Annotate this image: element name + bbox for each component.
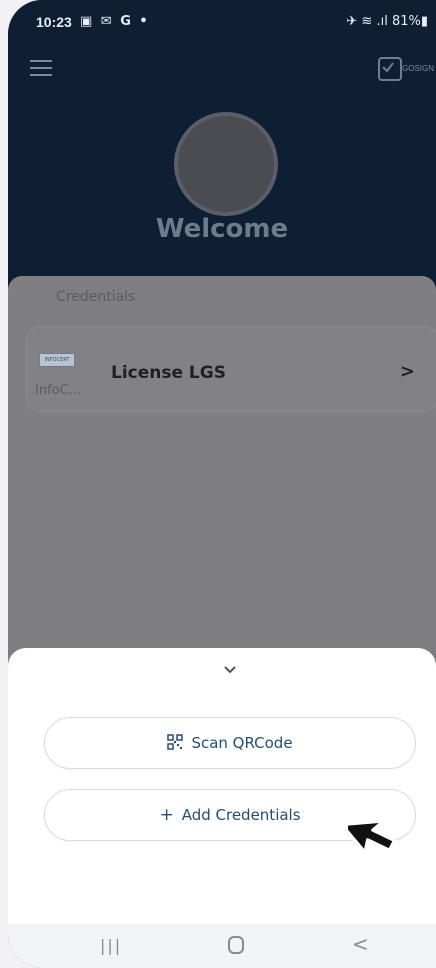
phone-screen: 10:23 ▣ ✉ G • ✈ ≋ .ıl 81%▮ GOSIGN Welcom…	[8, 0, 436, 968]
welcome-title: Welcome	[155, 214, 289, 244]
home-button[interactable]	[228, 936, 244, 954]
back-button[interactable]: <	[352, 932, 369, 956]
status-time: 10:23	[36, 14, 72, 30]
mouse-cursor-icon	[348, 819, 396, 854]
chevron-right-icon: >	[399, 361, 415, 382]
add-credentials-label: Add Credentials	[181, 806, 301, 824]
bottom-sheet	[8, 648, 436, 924]
app-logo-text: GOSIGN	[402, 64, 435, 73]
scan-qrcode-button[interactable]: Scan QRCode	[44, 717, 416, 769]
checkbox-logo-icon	[378, 57, 402, 81]
credential-title: License LGS	[111, 363, 226, 383]
credential-issuer: InfoC...	[35, 383, 82, 398]
scan-qrcode-label: Scan QRCode	[191, 734, 293, 752]
qrcode-icon	[167, 734, 184, 750]
plus-icon: +	[159, 805, 174, 825]
system-nav-bar: ||| <	[8, 924, 436, 968]
credentials-section-label: Credentials	[56, 289, 136, 305]
hamburger-menu-icon[interactable]	[30, 60, 52, 76]
status-bar: 10:23 ▣ ✉ G • ✈ ≋ .ıl 81%▮	[8, 0, 436, 44]
chevron-down-icon[interactable]	[224, 664, 236, 676]
credential-card[interactable]: INFOCERT InfoC... License LGS >	[26, 326, 436, 412]
status-notification-icons: ▣ ✉ G •	[80, 14, 150, 29]
issuer-logo: INFOCERT	[39, 353, 75, 367]
avatar[interactable]	[174, 112, 278, 216]
recent-apps-button[interactable]: |||	[100, 936, 122, 955]
app-logo: GOSIGN	[372, 55, 436, 85]
status-system-icons: ✈ ≋ .ıl 81%▮	[346, 14, 428, 29]
